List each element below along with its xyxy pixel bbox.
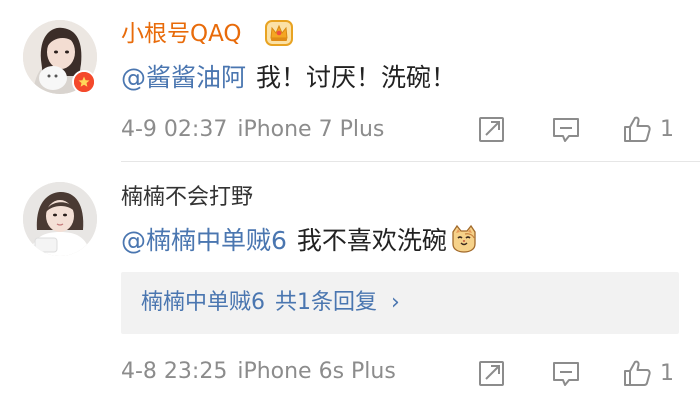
comment-time: 4-8 23:25 [121, 359, 228, 384]
like-icon[interactable] [622, 358, 652, 388]
crown-icon [265, 20, 293, 46]
comment-item: 楠楠不会打野 @楠楠中单贼6 我不喜欢洗碗 楠楠中单贼6 共1条回复 › 4-8 23… [0, 162, 700, 402]
verified-badge-icon [72, 70, 96, 94]
reply-count: 共1条回复 [275, 290, 377, 315]
like-count: 1 [660, 117, 674, 142]
comment-text: @酱酱油阿 我！讨厌！洗碗！ [121, 62, 456, 94]
cat-emoji [452, 224, 476, 253]
avatar[interactable] [23, 182, 97, 256]
like-icon[interactable] [622, 114, 652, 144]
username[interactable]: 小根号QAQ [121, 20, 242, 48]
chevron-right-icon: › [391, 290, 400, 315]
share-icon[interactable] [477, 358, 507, 388]
replies-link[interactable]: 楠楠中单贼6 共1条回复 › [141, 288, 400, 318]
comment-device: iPhone 7 Plus [237, 117, 385, 142]
comment-message: 我不喜欢洗碗 [296, 226, 447, 255]
username[interactable]: 楠楠不会打野 [121, 184, 253, 212]
comment-icon[interactable] [551, 358, 581, 388]
comment-meta: 4-9 02:37 iPhone 7 Plus [121, 116, 384, 144]
comment-icon[interactable] [551, 114, 581, 144]
mention-link[interactable]: @楠楠中单贼6 [121, 226, 287, 255]
like-count: 1 [660, 361, 674, 386]
mention-link[interactable]: @酱酱油阿 [121, 63, 246, 92]
comment-device: iPhone 6s Plus [237, 359, 396, 384]
comment-time: 4-9 02:37 [121, 117, 228, 142]
reply-author: 楠楠中单贼6 [141, 290, 265, 315]
comment-message: 我！讨厌！洗碗！ [256, 63, 457, 92]
replies-box[interactable]: 楠楠中单贼6 共1条回复 › [121, 272, 679, 334]
comment-meta: 4-8 23:25 iPhone 6s Plus [121, 358, 396, 386]
comment-item: 小根号QAQ @酱酱油阿 我！讨厌！洗碗！ 4-9 02:37 iPhone 7 P… [0, 0, 700, 162]
comment-text: @楠楠中单贼6 我不喜欢洗碗 [121, 224, 479, 257]
share-icon[interactable] [477, 114, 507, 144]
